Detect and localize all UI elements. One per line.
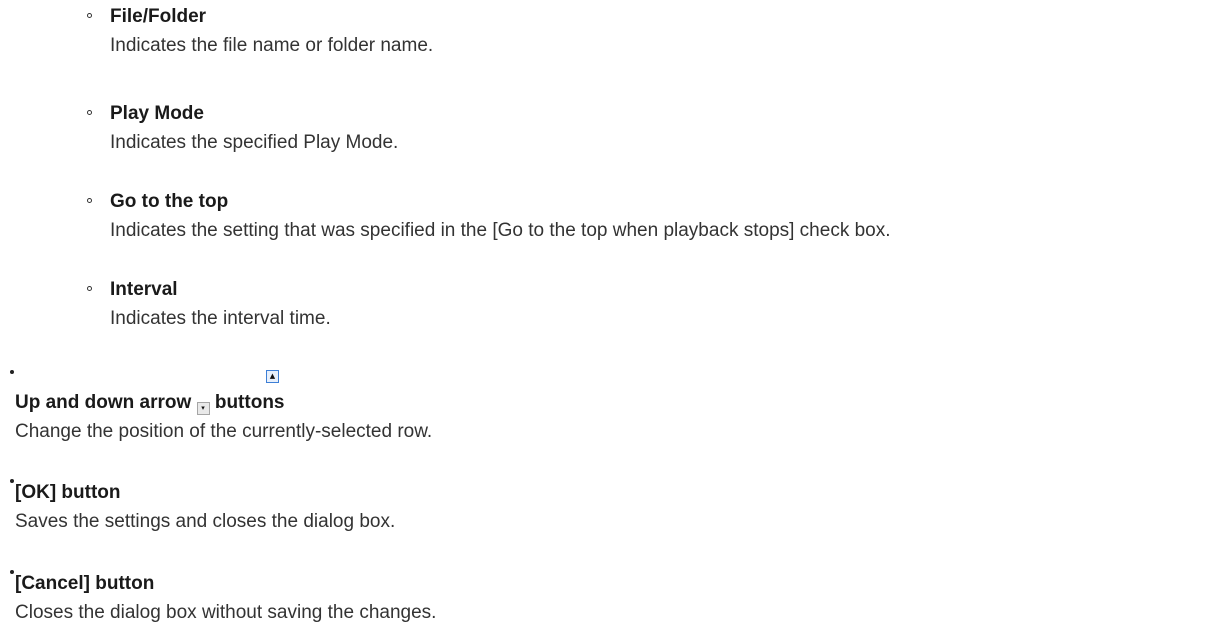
item-title: [OK] button (15, 482, 121, 503)
item-description: Change the position of the currently-sel… (15, 421, 433, 442)
item-title: Up and down arrow ▾ buttons (15, 392, 285, 415)
help-document: File/Folder Indicates the file name or f… (0, 0, 1215, 633)
item-description: Indicates the file name or folder name. (110, 35, 434, 56)
hollow-bullet-icon (87, 13, 92, 18)
item-description: Indicates the setting that was specified… (110, 220, 891, 241)
item-title: Go to the top (110, 191, 229, 212)
hollow-bullet-icon (87, 110, 92, 115)
up-arrow-icon: ▲ (266, 370, 279, 383)
bullet-icon (10, 570, 14, 574)
item-description: Saves the settings and closes the dialog… (15, 511, 396, 532)
bullet-icon (10, 479, 14, 483)
item-description: Indicates the interval time. (110, 308, 331, 329)
item-title: Interval (110, 279, 178, 300)
item-title: File/Folder (110, 6, 207, 27)
item-title: [Cancel] button (15, 573, 155, 594)
bullet-icon (10, 370, 14, 374)
down-arrow-icon: ▾ (196, 402, 210, 415)
item-title: Play Mode (110, 103, 204, 124)
item-description: Indicates the specified Play Mode. (110, 132, 399, 153)
hollow-bullet-icon (87, 286, 92, 291)
hollow-bullet-icon (87, 198, 92, 203)
item-description: Closes the dialog box without saving the… (15, 602, 437, 623)
